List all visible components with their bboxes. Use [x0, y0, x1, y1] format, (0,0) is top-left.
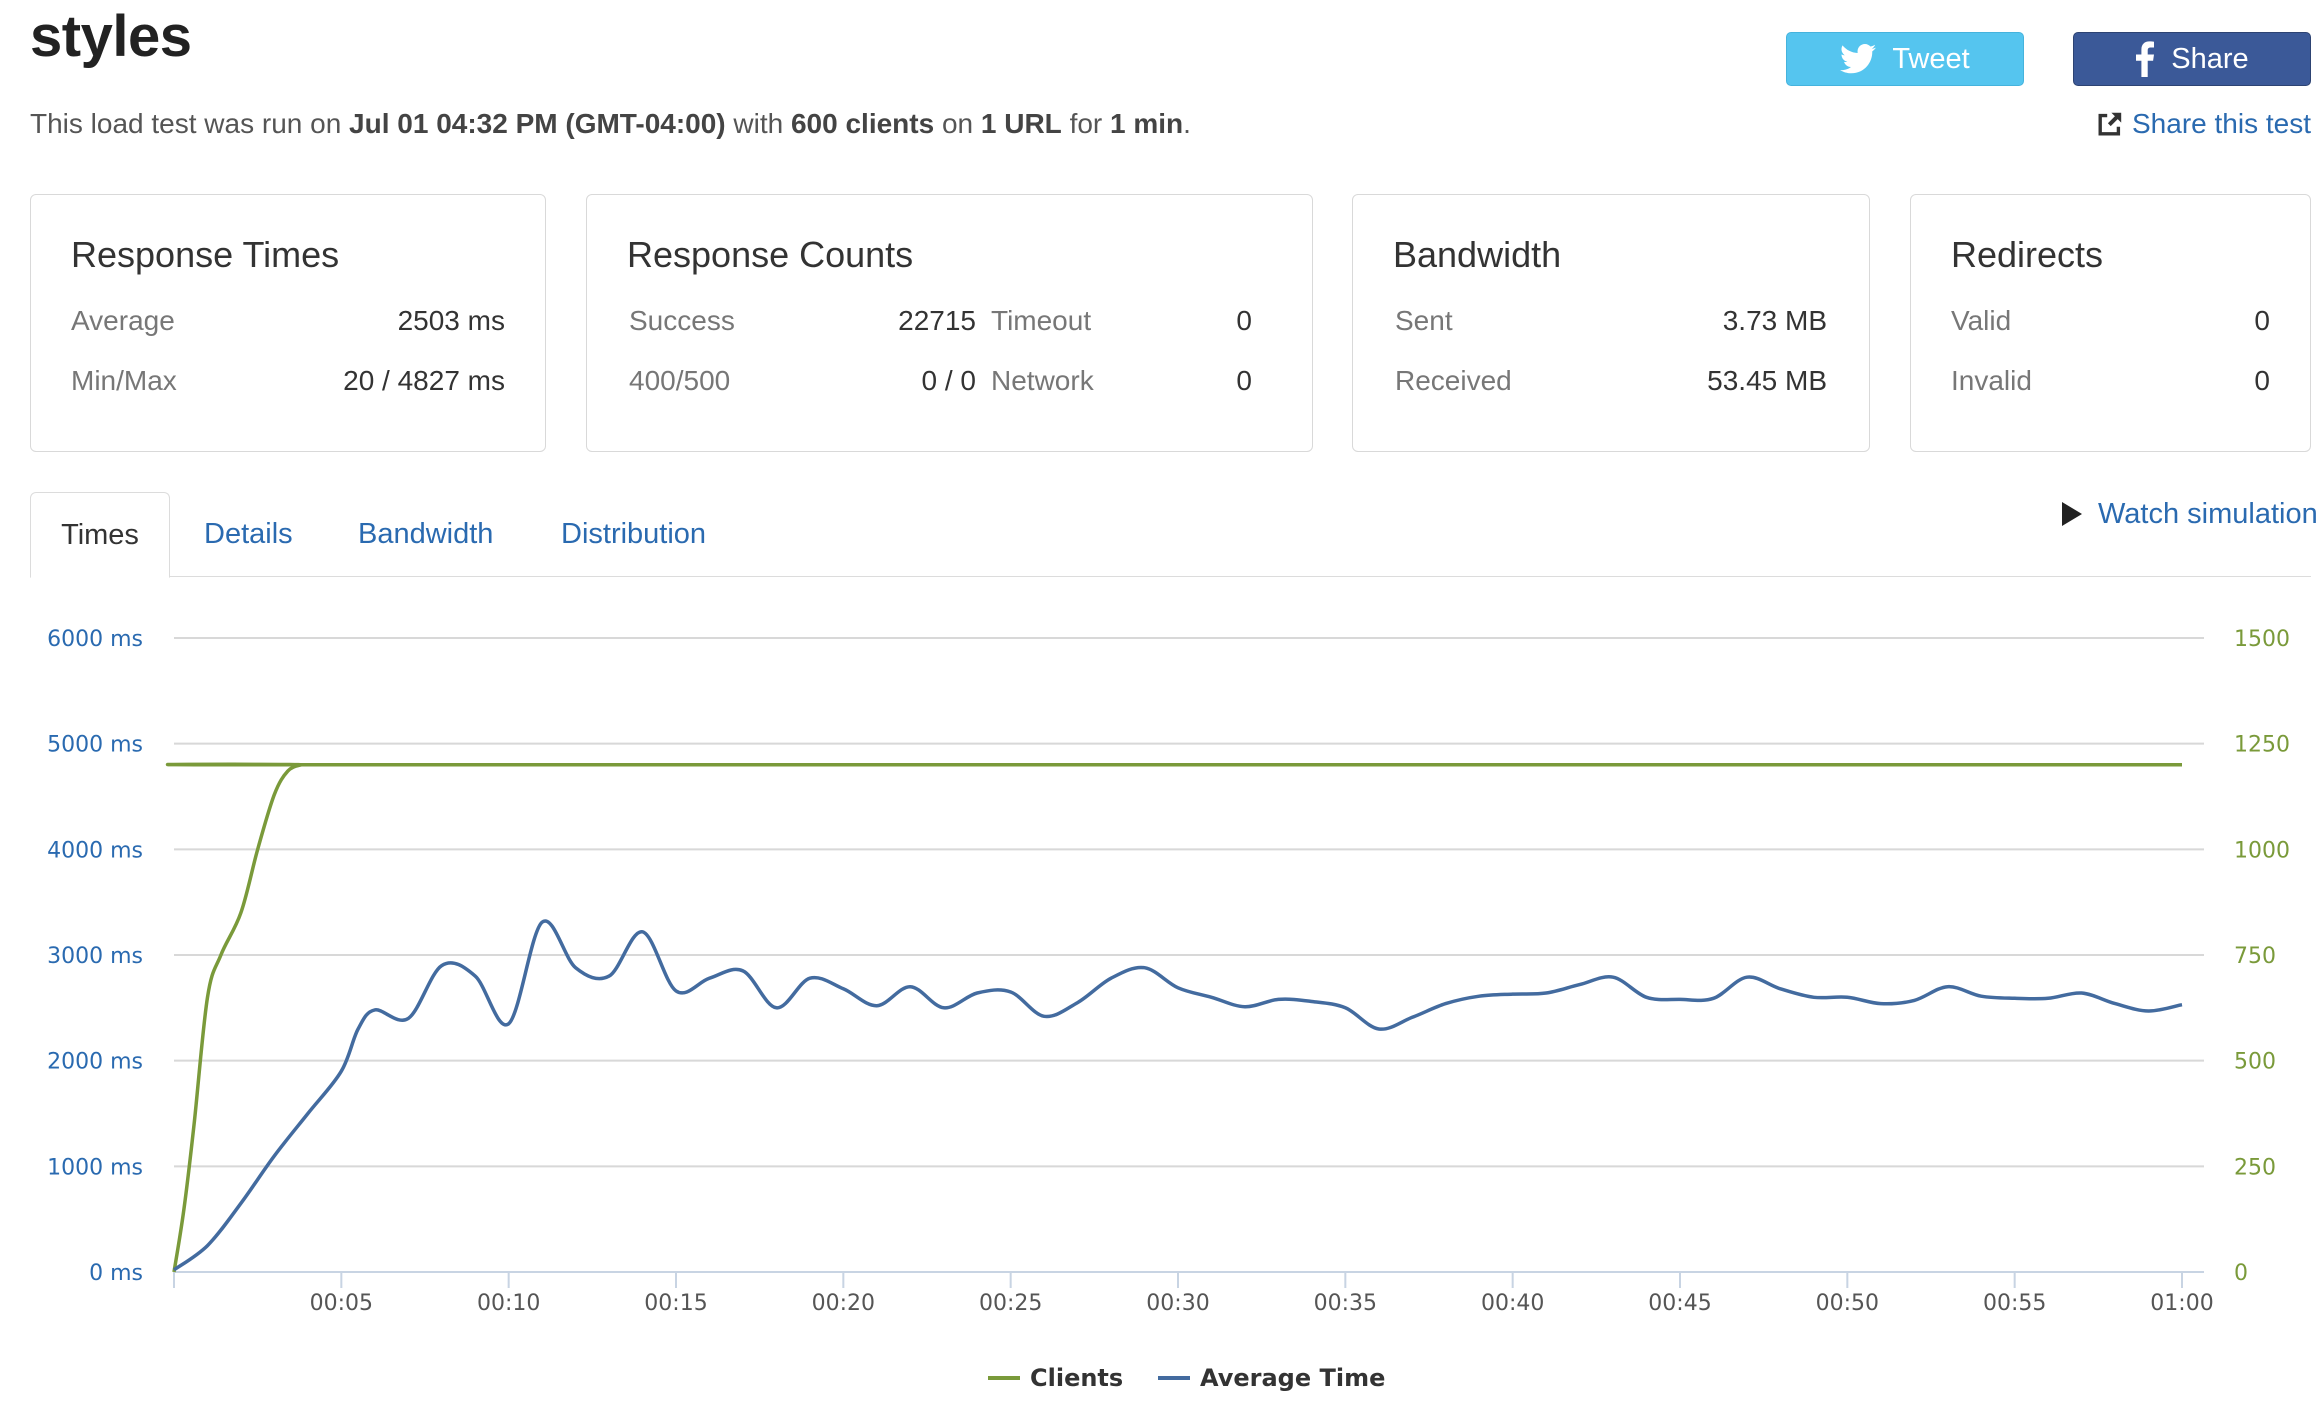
valid-label: Valid: [1951, 305, 2012, 336]
page-title: styles: [30, 4, 192, 69]
invalid-label: Invalid: [1951, 365, 2032, 396]
share-this-test-label: Share this test: [2132, 108, 2311, 139]
valid-value: 0: [2254, 305, 2270, 336]
response-counts-card: Response Counts Success 22715 Timeout 0 …: [586, 194, 1313, 452]
x-tick-label: 00:35: [1314, 1291, 1377, 1316]
summary-end: .: [1183, 108, 1191, 139]
y-left-tick-label: 5000 ms: [47, 733, 143, 758]
minmax-label: Min/Max: [71, 365, 177, 396]
share-this-test-link[interactable]: Share this test: [2096, 106, 2311, 142]
summary-urls: 1 URL: [980, 108, 1062, 139]
y-left-tick-label: 4000 ms: [47, 838, 143, 863]
x-tick-label: 00:05: [310, 1291, 373, 1316]
watch-simulation-label: Watch simulation: [2098, 498, 2316, 530]
summary-clients: 600 clients: [790, 108, 935, 139]
x-tick-label: 00:25: [979, 1291, 1042, 1316]
tab-details[interactable]: Details: [204, 492, 293, 576]
x-tick-label: 00:40: [1481, 1291, 1544, 1316]
tab-times[interactable]: Times: [30, 492, 170, 578]
facebook-share-button[interactable]: Share: [2073, 32, 2311, 86]
http-errors-label: 400/500: [629, 365, 731, 396]
tab-bandwidth[interactable]: Bandwidth: [358, 492, 493, 576]
facebook-icon: [2136, 41, 2155, 77]
summary-for: for: [1061, 108, 1111, 139]
y-right-tick-label: 500: [2234, 1050, 2276, 1075]
series-line-average-time: [172, 919, 2183, 1272]
test-summary: This load test was run on Jul 01 04:32 P…: [30, 106, 1191, 142]
bandwidth-card: Bandwidth Sent 3.73 MB Received 53.45 MB: [1352, 194, 1870, 452]
summary-date: Jul 01 04:32 PM (GMT-04:00): [349, 108, 726, 139]
twitter-icon: [1840, 44, 1877, 74]
y-left-tick-label: 6000 ms: [47, 627, 143, 652]
legend-label-average-time: Average Time: [1200, 1364, 1385, 1392]
minmax-value: 20 / 4827 ms: [343, 365, 505, 396]
summary-on: on: [934, 108, 981, 139]
x-tick-label: 00:55: [1983, 1291, 2046, 1316]
summary-with: with: [725, 108, 791, 139]
redirects-title: Redirects: [1951, 234, 2104, 275]
average-value: 2503 ms: [397, 305, 505, 336]
average-label: Average: [71, 305, 175, 336]
sent-value: 3.73 MB: [1722, 305, 1827, 336]
redirects-card: Redirects Valid 0 Invalid 0: [1910, 194, 2311, 452]
network-value: 0: [1236, 365, 1252, 396]
share-external-icon: [2098, 112, 2122, 136]
response-times-title: Response Times: [71, 234, 340, 275]
x-tick-label: 00:15: [644, 1291, 707, 1316]
success-label: Success: [629, 305, 735, 336]
x-tick-label: 00:50: [1816, 1291, 1879, 1316]
received-label: Received: [1395, 365, 1512, 396]
y-right-tick-label: 750: [2234, 944, 2276, 969]
summary-duration: 1 min: [1110, 108, 1184, 139]
x-tick-label: 00:30: [1146, 1291, 1209, 1316]
chart-tabs: Times Details Bandwidth Distribution: [30, 492, 2311, 578]
y-right-tick-label: 1000: [2234, 838, 2290, 863]
x-tick-label: 00:20: [812, 1291, 875, 1316]
legend-label-clients: Clients: [1030, 1364, 1123, 1392]
x-tick-label: 01:00: [2150, 1291, 2213, 1316]
tab-distribution[interactable]: Distribution: [561, 492, 706, 576]
y-left-tick-label: 0 ms: [89, 1261, 143, 1286]
times-chart: 0 ms 1000 ms 2000 ms 3000 ms 4000 ms 5000 ms 6…: [47, 627, 2290, 1392]
invalid-value: 0: [2254, 365, 2270, 396]
y-left-tick-label: 3000 ms: [47, 944, 143, 969]
sent-label: Sent: [1395, 305, 1453, 336]
x-tick-label: 00:10: [477, 1291, 540, 1316]
timeout-value: 0: [1236, 305, 1252, 336]
timeout-label: Timeout: [991, 305, 1092, 336]
summary-prefix: This load test was run on: [30, 108, 350, 139]
response-counts-title: Response Counts: [627, 234, 914, 275]
y-left-tick-label: 1000 ms: [47, 1155, 143, 1180]
y-right-tick-label: 1500: [2234, 627, 2290, 652]
y-left-tick-label: 2000 ms: [47, 1050, 143, 1075]
success-value: 22715: [898, 305, 976, 336]
y-right-tick-label: 250: [2234, 1155, 2276, 1180]
tweet-button[interactable]: Tweet: [1786, 32, 2024, 86]
tweet-label: Tweet: [1892, 42, 1970, 75]
http-errors-value: 0 / 0: [921, 365, 976, 396]
watch-simulation-link[interactable]: Watch simulation: [2062, 494, 2316, 534]
facebook-share-label: Share: [2171, 42, 2249, 75]
bandwidth-title: Bandwidth: [1393, 234, 1562, 275]
received-value: 53.45 MB: [1707, 365, 1827, 396]
series-line-clients: [165, 762, 2182, 1273]
y-right-tick-label: 1250: [2234, 733, 2290, 758]
x-tick-label: 00:45: [1648, 1291, 1711, 1316]
network-label: Network: [991, 365, 1094, 396]
play-icon: [2062, 502, 2082, 526]
y-right-tick-label: 0: [2234, 1261, 2248, 1286]
response-times-card: Response Times Average 2503 ms Min/Max 2…: [30, 194, 546, 452]
